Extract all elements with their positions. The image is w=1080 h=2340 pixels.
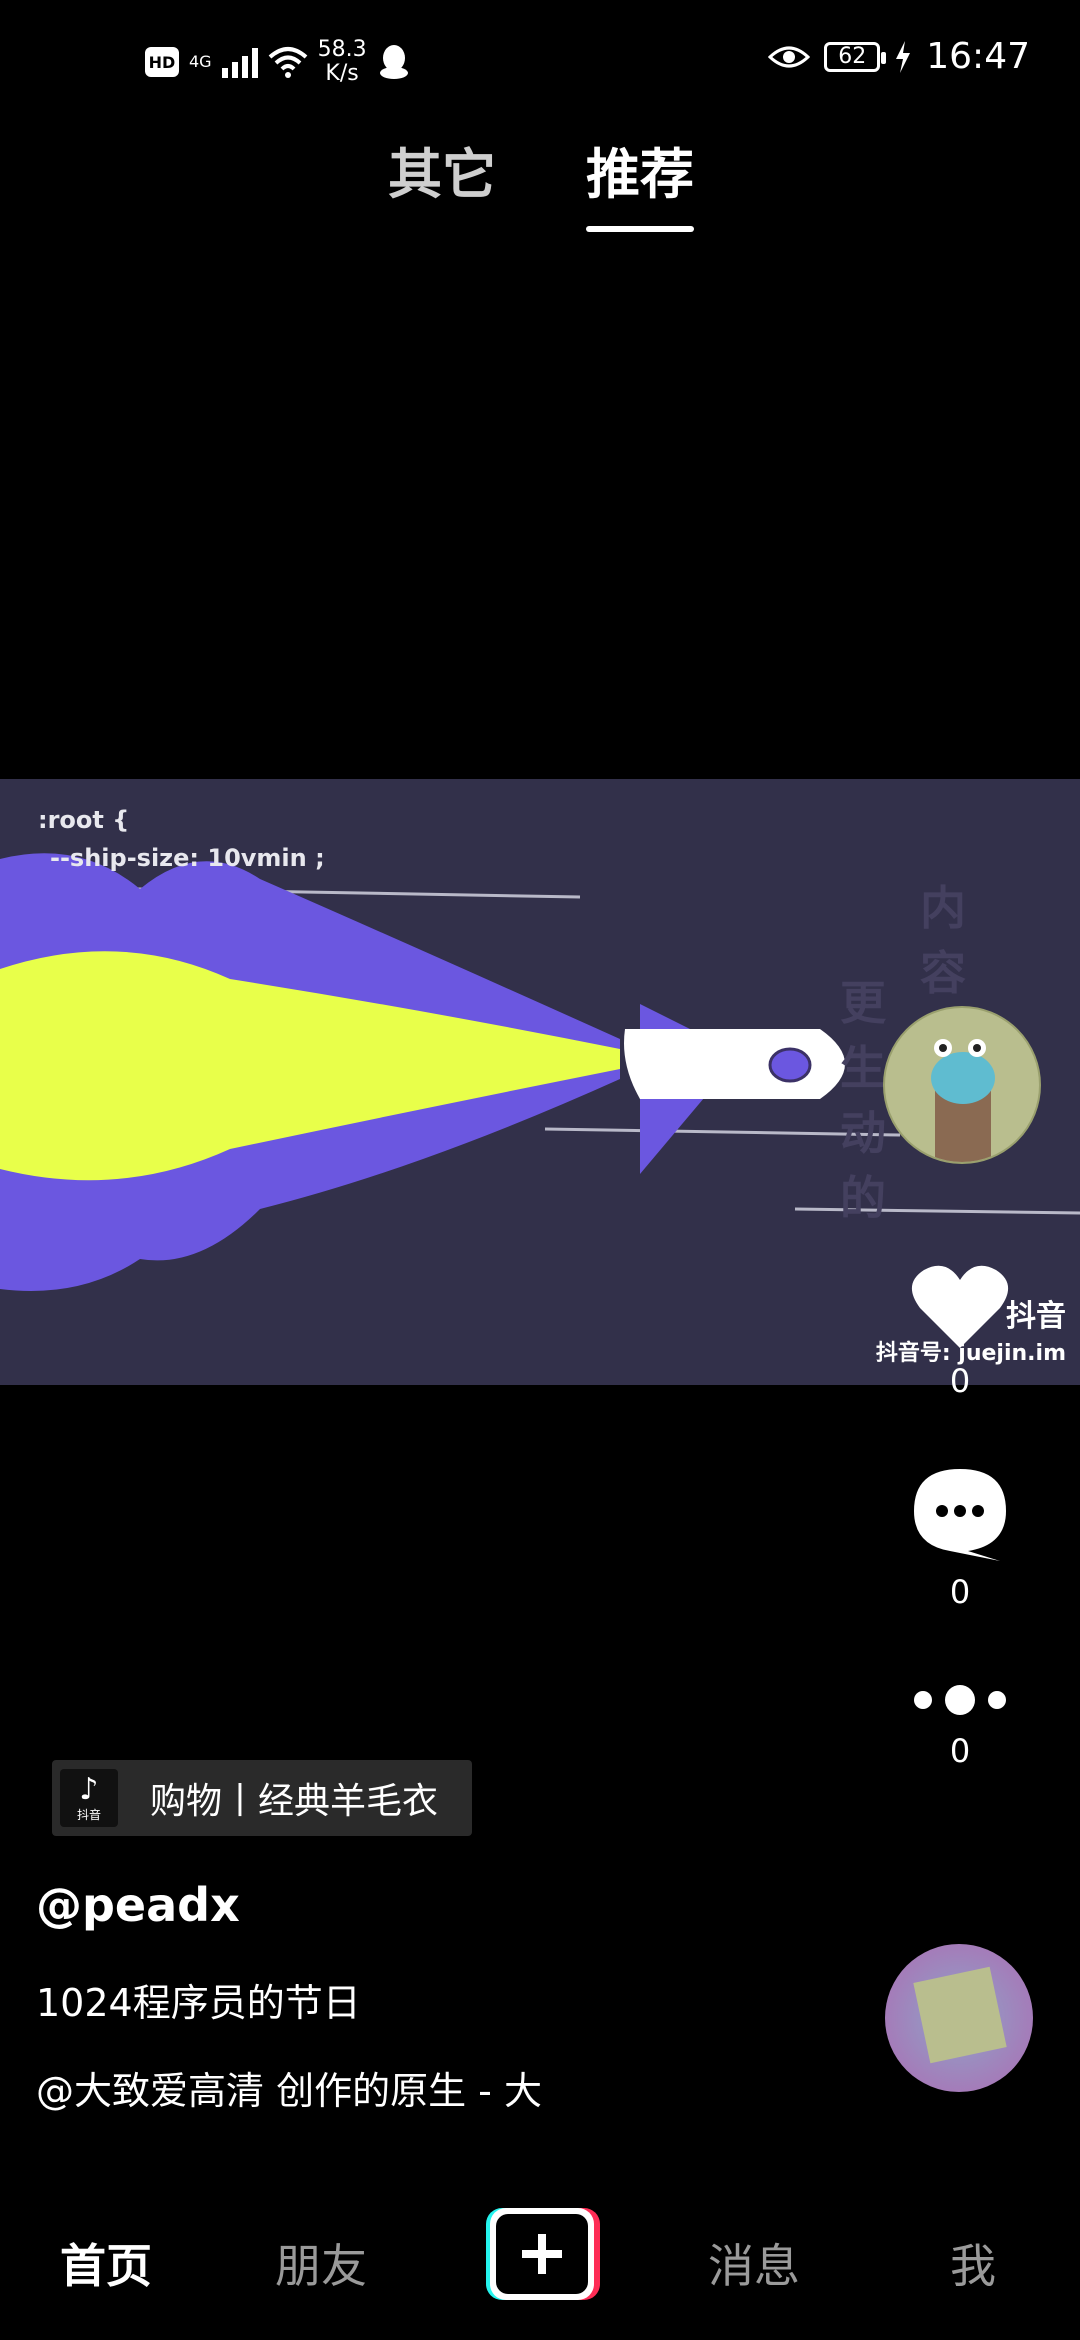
music-note-icon: ♪ <box>79 1771 99 1807</box>
douyin-logo: ♪ 抖音 <box>60 1769 118 1827</box>
heart-icon <box>911 1265 1009 1348</box>
nav-messages[interactable]: 消息 <box>708 2230 800 2296</box>
more-count: 0 <box>949 1732 971 1770</box>
shop-label: 购物丨经典羊毛衣 <box>150 1781 439 1822</box>
comment-action[interactable]: 0 <box>900 1465 1020 1611</box>
tab-recommended[interactable]: 推荐 <box>586 130 694 209</box>
status-left: HD 4G 58.3 K/s <box>145 38 411 86</box>
status-bar: HD 4G 58.3 K/s 62 16:47 <box>0 0 1080 130</box>
post-description: 1024程序员的节日 <box>36 1981 361 2025</box>
more-dots-icon <box>914 1685 1006 1715</box>
svg-text:更: 更 <box>840 976 887 1030</box>
shop-card[interactable]: ♪ 抖音 购物丨经典羊毛衣 <box>52 1760 472 1836</box>
svg-text:生: 生 <box>840 1041 886 1095</box>
code-line-2: --ship-size: 10vmin ; <box>50 844 325 872</box>
svg-text:动: 动 <box>840 1106 886 1160</box>
nav-friends[interactable]: 朋友 <box>275 2230 367 2296</box>
hd-badge: HD <box>145 47 179 77</box>
svg-text:容: 容 <box>920 946 966 1000</box>
signal-icon <box>221 46 258 78</box>
music-disc[interactable] <box>885 1944 1033 2092</box>
more-action[interactable]: 0 <box>900 1680 1020 1770</box>
comment-count: 0 <box>949 1573 971 1611</box>
network-speed: 58.3 K/s <box>318 38 367 86</box>
code-snippet: :root { --ship-size: 10vmin ; <box>38 801 325 877</box>
wifi-icon <box>268 47 307 78</box>
rocket-body <box>624 1029 845 1099</box>
clock: 16:47 <box>926 36 1030 77</box>
svg-text:的: 的 <box>840 1171 886 1225</box>
battery-icon: 62 <box>824 41 887 72</box>
create-button[interactable] <box>480 2204 600 2304</box>
author-avatar[interactable] <box>883 1006 1041 1164</box>
eye-icon <box>768 46 811 67</box>
comment-icon <box>914 1469 1006 1561</box>
svg-text:内: 内 <box>920 881 966 935</box>
nav-me[interactable]: 我 <box>950 2230 996 2296</box>
music-marquee[interactable]: @大致爱高清 创作的原生 - 大 <box>36 2060 576 2115</box>
author-name[interactable]: @peadx <box>36 1878 240 1932</box>
active-tab-indicator <box>586 226 694 232</box>
code-line-1: :root { <box>38 806 130 834</box>
avatar-image <box>931 1039 995 1162</box>
like-action[interactable]: 0 <box>900 1262 1020 1400</box>
speed-unit: K/s <box>325 61 359 86</box>
disc-cover <box>913 1966 1007 2064</box>
qq-icon <box>379 45 408 79</box>
tab-other[interactable]: 其它 <box>388 130 496 209</box>
network-type: 4G <box>189 52 212 71</box>
speed-value: 58.3 <box>317 37 367 62</box>
shop-logo-text: 抖音 <box>76 1807 101 1822</box>
nav-home[interactable]: 首页 <box>60 2230 152 2296</box>
status-right: 62 16:47 <box>768 36 1030 77</box>
top-tabs: 其它 推荐 <box>0 130 1080 240</box>
charging-icon <box>896 40 911 73</box>
like-count: 0 <box>949 1362 971 1400</box>
